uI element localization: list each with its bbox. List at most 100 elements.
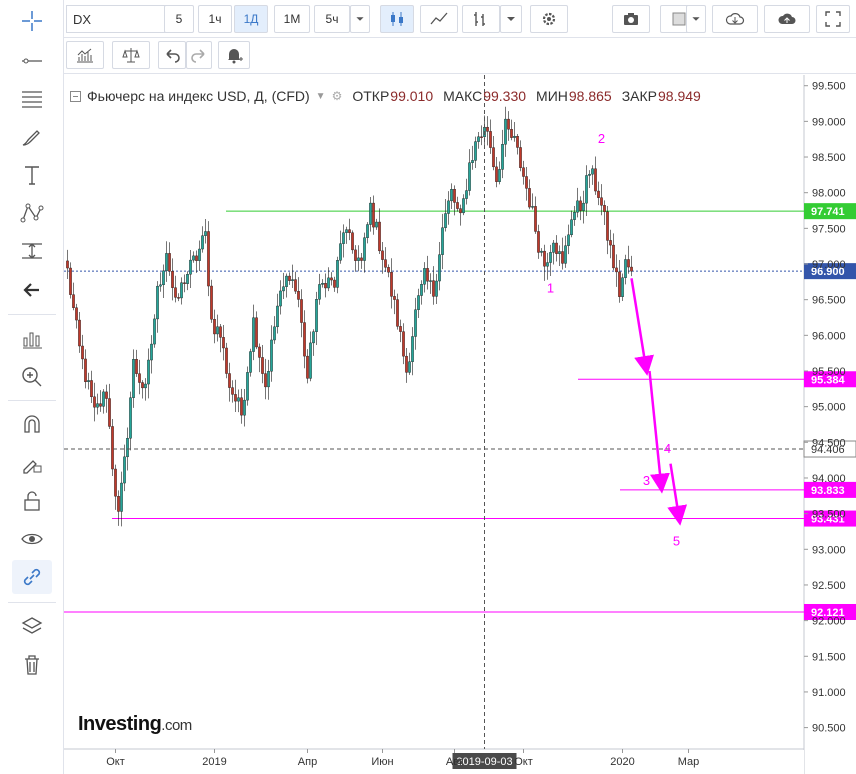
legend-dropdown-icon[interactable]: ▼ bbox=[316, 91, 326, 102]
candle bbox=[306, 349, 309, 384]
timeframe-1h[interactable]: 1ч bbox=[198, 5, 232, 33]
eye-icon[interactable] bbox=[12, 522, 52, 556]
back-arrow-icon[interactable] bbox=[12, 273, 52, 307]
price-tick-label: 99.000 bbox=[812, 116, 846, 128]
time-tick-label: Июн bbox=[371, 756, 393, 768]
alert-button[interactable] bbox=[218, 41, 250, 69]
candle bbox=[513, 122, 516, 142]
magnet-icon[interactable] bbox=[12, 408, 52, 442]
trash-icon[interactable] bbox=[12, 648, 52, 682]
candle bbox=[441, 213, 444, 270]
price-chart[interactable]: 97.74196.90095.38493.83393.43192.121 94.… bbox=[64, 75, 856, 774]
candle-body bbox=[192, 255, 195, 261]
chart-type-dropdown[interactable] bbox=[500, 5, 522, 33]
timeframe-dropdown[interactable] bbox=[350, 5, 370, 33]
candle-body bbox=[330, 277, 333, 281]
candle-body bbox=[489, 131, 492, 148]
timeframe-1m[interactable]: 1М bbox=[274, 5, 310, 33]
area-chart-icon bbox=[430, 12, 448, 25]
line-type-button[interactable] bbox=[420, 5, 458, 33]
compare-button[interactable] bbox=[112, 41, 150, 69]
candle bbox=[372, 195, 375, 235]
chart-area[interactable]: 97.741 96.900 95.384 93.833 93.431 92.121 94.… bbox=[64, 75, 856, 774]
price-tick-label: 91.000 bbox=[812, 687, 846, 699]
settings-button[interactable] bbox=[530, 5, 568, 33]
candle bbox=[498, 161, 501, 185]
candle bbox=[354, 245, 357, 272]
screenshot-button[interactable] bbox=[612, 5, 650, 33]
candle bbox=[564, 235, 567, 268]
link-icon[interactable] bbox=[12, 560, 52, 594]
trend-line-tool-icon[interactable] bbox=[12, 44, 52, 78]
candle bbox=[612, 233, 615, 271]
crosshair-tool-icon[interactable] bbox=[12, 4, 52, 38]
timeframe-5[interactable]: 5 bbox=[164, 5, 194, 33]
candle bbox=[408, 352, 411, 375]
candle-body bbox=[354, 249, 357, 261]
candle bbox=[249, 348, 252, 377]
candle bbox=[270, 325, 273, 382]
candle bbox=[492, 135, 495, 171]
candle bbox=[297, 277, 300, 308]
undo-button[interactable] bbox=[158, 41, 186, 69]
zoom-icon[interactable] bbox=[12, 360, 52, 394]
wave-label: 1 bbox=[547, 281, 554, 296]
candle-body bbox=[141, 382, 144, 389]
collapse-legend-icon[interactable] bbox=[70, 90, 81, 102]
measure-tool-icon[interactable] bbox=[12, 234, 52, 268]
candle bbox=[375, 218, 378, 230]
price-tick-label: 90.500 bbox=[812, 723, 846, 735]
lock-drawing-icon[interactable] bbox=[12, 446, 52, 480]
candle-body bbox=[117, 496, 120, 512]
price-tick-label: 94.000 bbox=[812, 473, 846, 485]
candle-body bbox=[114, 468, 117, 497]
chevron-down-icon bbox=[507, 17, 515, 21]
secondary-toolbar bbox=[64, 38, 856, 74]
unlock-icon[interactable] bbox=[12, 484, 52, 518]
fullscreen-button[interactable] bbox=[816, 5, 850, 33]
candle bbox=[480, 125, 483, 146]
load-button[interactable] bbox=[712, 5, 758, 33]
candle bbox=[438, 241, 441, 291]
symbol-input[interactable] bbox=[66, 5, 166, 33]
candle-body bbox=[453, 189, 456, 203]
candle bbox=[630, 255, 633, 277]
candle-body bbox=[603, 205, 606, 212]
candle bbox=[303, 310, 306, 369]
candle bbox=[465, 178, 468, 205]
bars-type-button[interactable] bbox=[462, 5, 500, 33]
candle bbox=[123, 444, 126, 492]
candle-body bbox=[339, 243, 342, 261]
candle-body bbox=[609, 240, 612, 246]
text-tool-icon[interactable] bbox=[12, 158, 52, 192]
timeframe-5h[interactable]: 5ч bbox=[314, 5, 350, 33]
candle bbox=[591, 165, 594, 185]
candle bbox=[285, 273, 288, 298]
indicators-icon[interactable] bbox=[12, 322, 52, 356]
redo-button[interactable] bbox=[186, 41, 212, 69]
candle bbox=[381, 242, 384, 274]
candle bbox=[621, 273, 624, 301]
candles-type-button[interactable] bbox=[380, 5, 414, 33]
candle bbox=[363, 232, 366, 273]
candle-body bbox=[102, 391, 105, 407]
candle-body bbox=[348, 229, 351, 233]
layers-icon[interactable] bbox=[12, 610, 52, 644]
candle-body bbox=[153, 318, 156, 345]
legend-settings-icon[interactable]: ⚙ bbox=[332, 89, 343, 103]
color-dropdown[interactable] bbox=[686, 5, 706, 33]
candle-body bbox=[588, 173, 591, 176]
candle bbox=[351, 230, 354, 254]
candle bbox=[525, 167, 528, 201]
brush-tool-icon[interactable] bbox=[12, 120, 52, 154]
candle-body bbox=[69, 267, 72, 295]
pattern-tool-icon[interactable] bbox=[12, 196, 52, 230]
candle-body bbox=[144, 383, 147, 389]
indicators-button[interactable] bbox=[66, 41, 104, 69]
candle-body bbox=[297, 290, 300, 300]
candle-body bbox=[378, 221, 381, 252]
candle bbox=[405, 347, 408, 383]
timeframe-1d[interactable]: 1Д bbox=[234, 5, 268, 33]
save-button[interactable] bbox=[764, 5, 810, 33]
fib-tool-icon[interactable] bbox=[12, 82, 52, 116]
